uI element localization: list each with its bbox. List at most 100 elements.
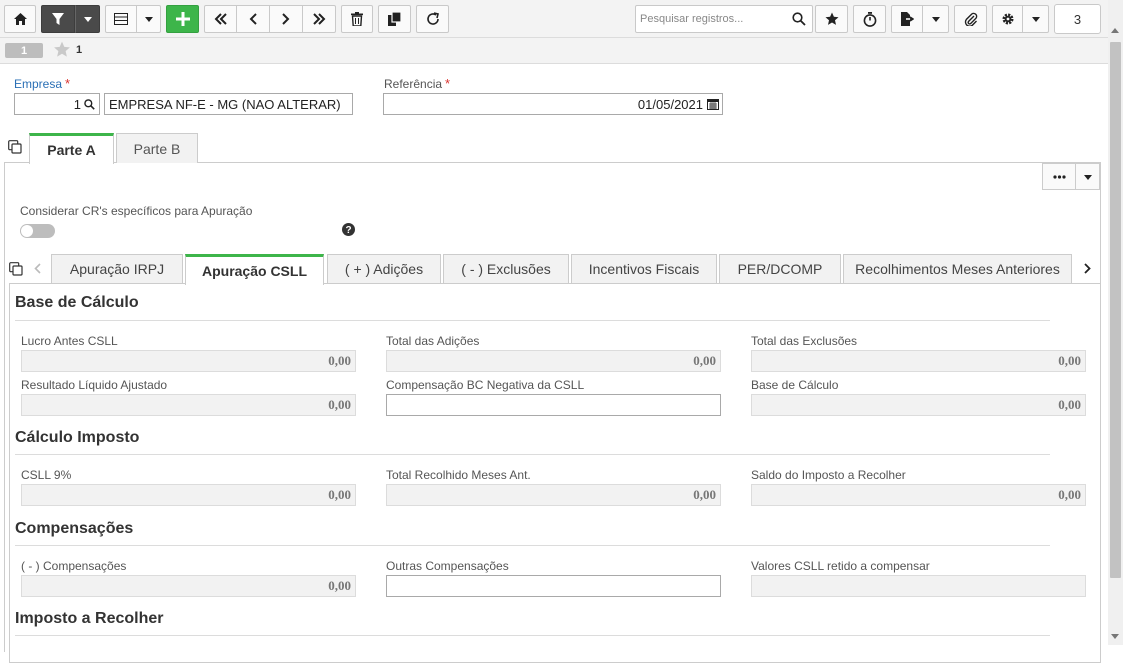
chevron-right-icon[interactable]	[1084, 263, 1091, 274]
section-title-compensacoes: Compensações	[15, 520, 134, 537]
empresa-code-value: 1	[73, 96, 81, 112]
chevron-down-icon	[1084, 175, 1092, 180]
retido-label: Valores CSLL retido a compensar	[751, 559, 930, 573]
resultado-label: Resultado Líquido Ajustado	[21, 378, 168, 392]
sub-panel	[9, 283, 1101, 663]
prev-icon	[249, 13, 257, 25]
page-indicator[interactable]: 1	[5, 43, 43, 58]
tab-incentivos-fiscais[interactable]: Incentivos Fiscais	[571, 254, 717, 284]
empresa-label-text: Empresa	[14, 77, 63, 91]
tab-adicoes[interactable]: ( + ) Adições	[327, 254, 441, 284]
chevron-down-icon	[83, 16, 92, 22]
tab-parte-a[interactable]: Parte A	[29, 133, 114, 164]
total-recolhido-field: 0,00	[386, 484, 721, 506]
search-box	[635, 5, 813, 33]
resultado-liquido-field: 0,00	[21, 394, 356, 416]
calendar-icon[interactable]	[707, 98, 719, 110]
duplicate-button[interactable]	[378, 5, 411, 33]
record-counter[interactable]: 3	[1054, 4, 1101, 34]
section-divider	[15, 635, 1050, 636]
last-record-button[interactable]	[303, 5, 336, 33]
add-button[interactable]	[166, 5, 199, 33]
home-icon	[13, 13, 27, 25]
referencia-label-text: Referência	[384, 77, 443, 91]
base-calculo-label: Base de Cálculo	[751, 378, 839, 392]
search-input[interactable]	[636, 6, 786, 32]
compensacoes-field: 0,00	[21, 575, 356, 597]
toggle-knob	[21, 225, 33, 237]
section-title-base: Base de Cálculo	[15, 294, 139, 311]
star-icon	[825, 12, 838, 25]
search-icon[interactable]	[792, 12, 806, 26]
first-record-button[interactable]	[204, 5, 237, 33]
timer-icon	[863, 11, 876, 27]
timer-button[interactable]	[853, 5, 886, 33]
ellipsis-icon	[1053, 175, 1066, 179]
section-divider	[15, 320, 1050, 321]
empresa-code-field[interactable]: 1	[14, 93, 100, 115]
saldo-imposto-field: 0,00	[751, 484, 1086, 506]
copy-icon[interactable]	[9, 262, 23, 276]
valores-retido-field	[751, 575, 1086, 597]
consider-cr-toggle[interactable]	[20, 224, 55, 238]
compensacao-bc-label: Compensação BC Negativa da CSLL	[386, 378, 585, 392]
referencia-value: 01/05/2021	[637, 96, 703, 112]
lucro-label: Lucro Antes CSLL	[21, 334, 118, 348]
export-dropdown-button[interactable]	[923, 5, 949, 33]
compensacao-bc-input[interactable]	[386, 394, 721, 416]
gear-icon	[1002, 13, 1013, 25]
copy-icon[interactable]	[8, 140, 22, 154]
tab-apuracao-irpj[interactable]: Apuração IRPJ	[51, 254, 183, 284]
favorite-button[interactable]	[815, 5, 848, 33]
chevron-down-icon	[1031, 16, 1040, 22]
refresh-button[interactable]	[416, 5, 449, 33]
refresh-icon	[426, 12, 439, 25]
tab-per-dcomp[interactable]: PER/DCOMP	[719, 254, 841, 284]
empresa-name-field: EMPRESA NF-E - MG (NAO ALTERAR)	[104, 93, 353, 115]
more-actions-button[interactable]	[1042, 163, 1100, 190]
prev-record-button[interactable]	[237, 5, 270, 33]
settings-dropdown-button[interactable]	[1023, 5, 1049, 33]
csll-9-field: 0,00	[21, 484, 356, 506]
settings-button[interactable]	[992, 5, 1023, 33]
scroll-up-arrow[interactable]	[1111, 28, 1119, 33]
home-button[interactable]	[4, 5, 36, 33]
chevron-left-icon[interactable]	[34, 263, 41, 274]
compensacoes-label: ( - ) Compensações	[21, 559, 127, 573]
view-button[interactable]	[105, 5, 137, 33]
export-button[interactable]	[891, 5, 923, 33]
csll-label: CSLL 9%	[21, 468, 72, 482]
filter-dropdown-button[interactable]	[75, 5, 100, 33]
star-icon[interactable]	[53, 41, 71, 58]
base-calculo-field: 0,00	[751, 394, 1086, 416]
plus-icon	[175, 12, 190, 26]
filter-button[interactable]	[41, 5, 75, 33]
view-dropdown-button[interactable]	[137, 5, 161, 33]
toggle-label: Considerar CR's específicos para Apuraçã…	[20, 204, 253, 218]
outras-compensacoes-label: Outras Compensações	[386, 559, 509, 573]
section-divider	[15, 454, 1050, 455]
record-bar: 1 1	[0, 38, 1108, 64]
section-title-calculo: Cálculo Imposto	[15, 429, 140, 446]
section-title-imposto: Imposto a Recolher	[15, 610, 164, 627]
referencia-field[interactable]: 01/05/2021	[383, 93, 723, 115]
tab-recolhimentos-meses-anteriores[interactable]: Recolhimentos Meses Anteriores	[843, 254, 1072, 284]
search-icon[interactable]	[84, 98, 95, 110]
svg-text:?: ?	[345, 225, 351, 236]
chevron-down-icon	[144, 16, 153, 22]
export-icon	[901, 12, 914, 26]
lucro-antes-csll-field: 0,00	[21, 350, 356, 372]
next-icon	[282, 13, 290, 25]
next-record-button[interactable]	[270, 5, 303, 33]
tab-apuracao-csll[interactable]: Apuração CSLL	[185, 254, 324, 285]
outras-compensacoes-input[interactable]	[386, 575, 721, 597]
vertical-scrollbar[interactable]	[1108, 0, 1123, 645]
adicoes-label: Total das Adições	[386, 334, 480, 348]
scroll-down-arrow[interactable]	[1111, 634, 1119, 639]
tab-exclusoes[interactable]: ( - ) Exclusões	[443, 254, 569, 284]
delete-button[interactable]	[341, 5, 373, 33]
tab-parte-b[interactable]: Parte B	[116, 133, 198, 163]
scrollbar-thumb[interactable]	[1110, 42, 1121, 578]
attachment-button[interactable]	[954, 5, 987, 33]
help-icon[interactable]: ?	[342, 223, 355, 236]
